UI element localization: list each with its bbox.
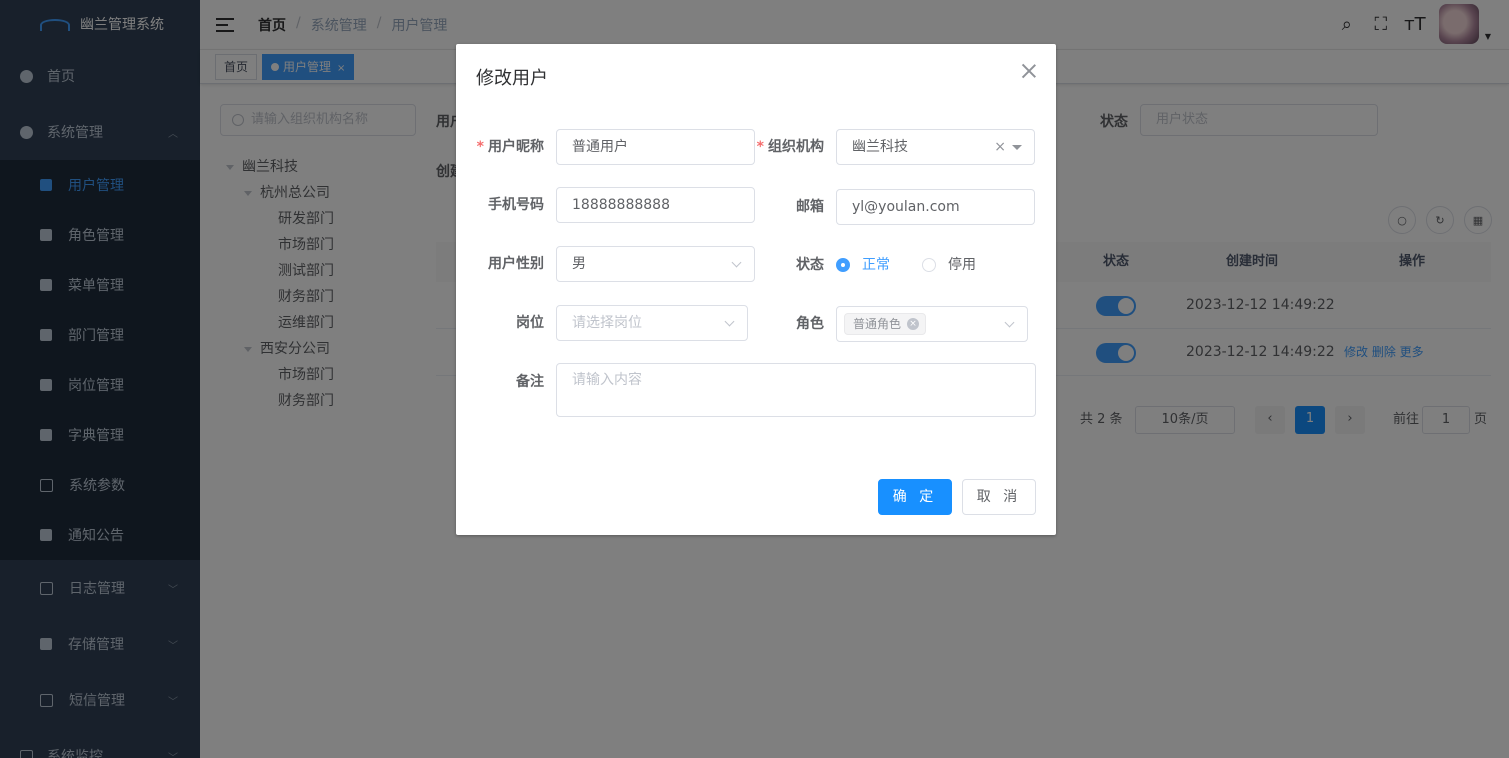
email-label: 邮箱: [796, 199, 824, 215]
remark-textarea[interactable]: 请输入内容: [556, 363, 1036, 417]
status-disabled-radio[interactable]: 停用: [922, 247, 976, 283]
nickname-label: * 用户昵称: [476, 139, 544, 155]
post-label: 岗位: [516, 315, 544, 331]
phone-input[interactable]: 18888888888: [556, 187, 755, 223]
status-normal-radio[interactable]: 正常: [836, 247, 890, 283]
role-chip: 普通角色 ×: [844, 313, 927, 335]
post-select[interactable]: 请选择岗位: [556, 305, 748, 341]
post-placeholder: 请选择岗位: [572, 315, 642, 331]
chevron-down-icon: [1004, 317, 1015, 328]
org-select[interactable]: 幽兰科技 ×: [836, 129, 1035, 165]
cancel-button[interactable]: 取 消: [962, 479, 1036, 515]
org-value: 幽兰科技: [852, 139, 908, 155]
caret-down-icon: [1012, 145, 1022, 150]
role-label: 角色: [796, 316, 824, 332]
nickname-input[interactable]: 普通用户: [556, 129, 755, 165]
close-icon[interactable]: [1022, 64, 1036, 78]
close-icon[interactable]: ×: [907, 318, 920, 330]
org-label: * 组织机构: [756, 139, 824, 155]
gender-select[interactable]: 男: [556, 246, 755, 282]
remark-label: 备注: [516, 374, 544, 390]
radio-checked-icon: [836, 258, 850, 272]
clear-icon[interactable]: ×: [994, 130, 1006, 164]
status-label: 状态: [796, 257, 824, 273]
radio-unchecked-icon: [922, 258, 936, 272]
status-radio-group: 正常 停用: [836, 247, 1036, 283]
chevron-down-icon: [724, 316, 735, 327]
role-select[interactable]: 普通角色 ×: [836, 306, 1028, 342]
dialog-title: 修改用户: [476, 68, 548, 89]
edit-user-dialog: 修改用户 * 用户昵称 普通用户 * 组织机构 幽兰科技 × 手机号码 188888…: [456, 44, 1056, 535]
gender-label: 用户性别: [488, 256, 544, 272]
phone-label: 手机号码: [488, 197, 544, 213]
email-input[interactable]: yl@youlan.com: [836, 189, 1035, 225]
confirm-button[interactable]: 确 定: [878, 479, 952, 515]
gender-value: 男: [572, 256, 586, 272]
